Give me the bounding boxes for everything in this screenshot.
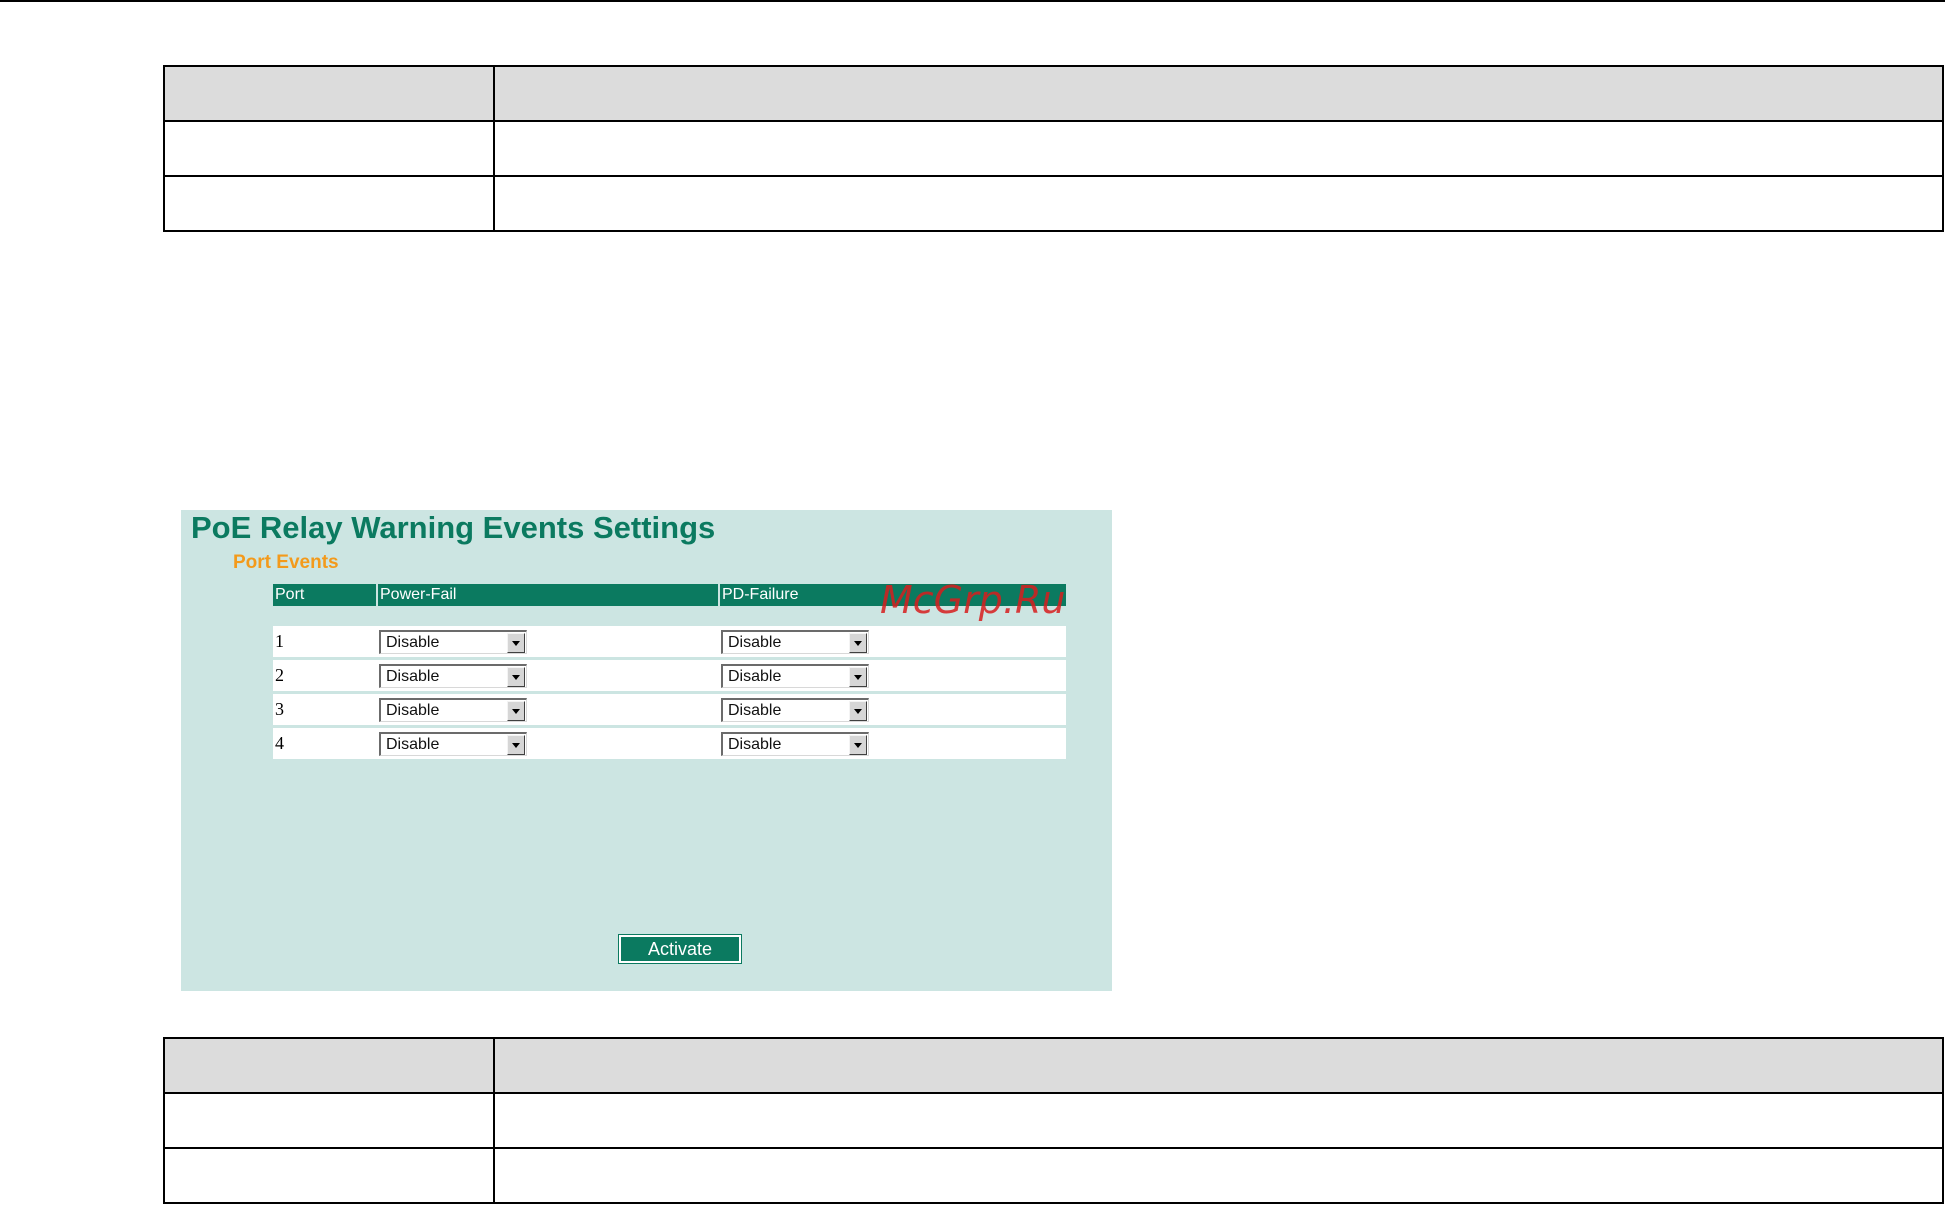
top-rule — [0, 0, 1945, 2]
port-number: 3 — [273, 692, 377, 728]
select-value: Disable — [728, 735, 782, 753]
select-value: Disable — [728, 667, 782, 685]
port-number: 2 — [273, 658, 377, 694]
port-number: 1 — [273, 626, 377, 660]
activate-button[interactable]: Activate — [618, 934, 742, 964]
column-header-port: Port — [273, 584, 378, 606]
table-row-port-3: 3 Disable Disable — [273, 692, 1066, 728]
select-value: Disable — [386, 701, 440, 719]
chevron-down-icon[interactable] — [507, 666, 525, 687]
chevron-down-icon[interactable] — [507, 700, 525, 721]
power-fail-select-port-2[interactable]: Disable — [379, 663, 527, 688]
table-row-port-2: 2 Disable Disable — [273, 658, 1066, 694]
select-value: Disable — [728, 633, 782, 651]
page-title: PoE Relay Warning Events Settings — [191, 510, 716, 545]
watermark-logo: McGrp.Ru — [880, 578, 1066, 622]
doc-table-top — [163, 65, 1944, 232]
table-row-port-1: 1 Disable Disable — [273, 626, 1066, 660]
table-row — [163, 120, 1944, 177]
table-header-row — [163, 65, 1944, 122]
chevron-down-icon[interactable] — [507, 632, 525, 653]
table-header-row — [163, 1037, 1944, 1094]
select-value: Disable — [728, 701, 782, 719]
select-value: Disable — [386, 735, 440, 753]
port-number: 4 — [273, 726, 377, 762]
pd-failure-select-port-1[interactable]: Disable — [721, 629, 869, 654]
chevron-down-icon[interactable] — [849, 666, 867, 687]
chevron-down-icon[interactable] — [507, 734, 525, 755]
pd-failure-select-port-4[interactable]: Disable — [721, 731, 869, 756]
table-row — [163, 1092, 1944, 1149]
chevron-down-icon[interactable] — [849, 632, 867, 653]
chevron-down-icon[interactable] — [849, 734, 867, 755]
select-value: Disable — [386, 667, 440, 685]
column-header-power-fail: Power-Fail — [377, 584, 720, 606]
power-fail-select-port-1[interactable]: Disable — [379, 629, 527, 654]
table-row — [163, 175, 1944, 232]
chevron-down-icon[interactable] — [849, 700, 867, 721]
pd-failure-select-port-3[interactable]: Disable — [721, 697, 869, 722]
pd-failure-select-port-2[interactable]: Disable — [721, 663, 869, 688]
table-row-port-4: 4 Disable Disable — [273, 726, 1066, 762]
table-row — [163, 1147, 1944, 1204]
select-value: Disable — [386, 633, 440, 651]
section-title-port-events: Port Events — [233, 552, 339, 573]
power-fail-select-port-4[interactable]: Disable — [379, 731, 527, 756]
doc-table-bottom — [163, 1037, 1944, 1204]
power-fail-select-port-3[interactable]: Disable — [379, 697, 527, 722]
